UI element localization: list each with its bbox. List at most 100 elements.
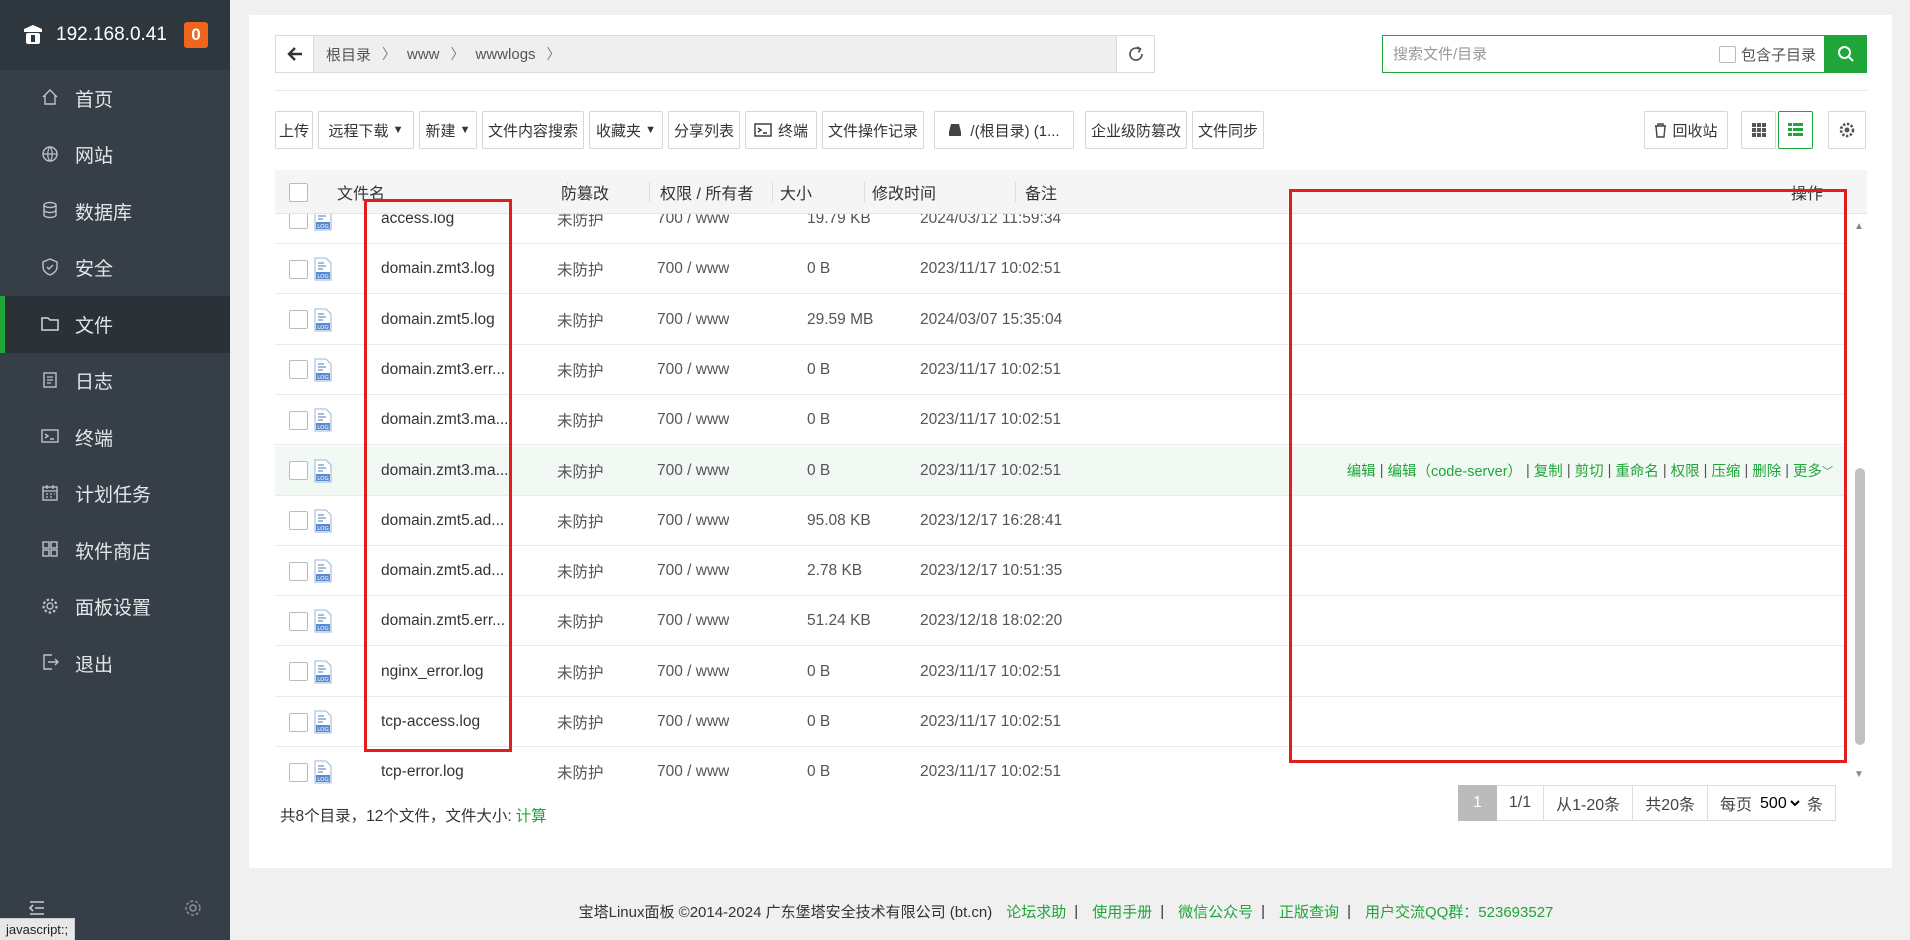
sidebar-item-3[interactable]: 安全 xyxy=(0,240,230,297)
row-select[interactable] xyxy=(289,647,313,697)
table-settings-button[interactable] xyxy=(1828,111,1866,149)
row-checkbox[interactable] xyxy=(289,712,308,732)
row-action-0[interactable]: 编辑 xyxy=(1347,460,1376,481)
search-button[interactable] xyxy=(1825,35,1867,73)
permission[interactable]: 700 / www xyxy=(657,496,729,546)
scrollbar[interactable]: ▲ ▼ xyxy=(1851,214,1867,789)
row-checkbox[interactable] xyxy=(289,662,308,682)
sidebar-item-10[interactable]: 退出 xyxy=(0,635,230,692)
collapse-icon[interactable] xyxy=(28,900,46,920)
col-mtime[interactable]: 修改时间 xyxy=(872,170,936,214)
row-select[interactable] xyxy=(289,214,313,244)
per-page-select[interactable]: 500 xyxy=(1756,793,1804,813)
row-checkbox[interactable] xyxy=(289,511,308,531)
file-name[interactable]: domain.zmt3.ma... xyxy=(381,395,509,445)
row-checkbox[interactable] xyxy=(289,310,308,330)
tamper-status[interactable]: 未防护 xyxy=(557,697,604,747)
col-perm[interactable]: 权限 / 所有者 xyxy=(660,170,753,214)
row-checkbox[interactable] xyxy=(289,214,308,229)
upload-button[interactable]: 上传 xyxy=(275,111,313,149)
table-row[interactable]: LOG domain.zmt3.err... 未防护 700 / www 0 B 2023… xyxy=(275,345,1847,395)
row-checkbox[interactable] xyxy=(289,259,308,279)
include-subdir-checkbox[interactable] xyxy=(1718,45,1736,63)
permission[interactable]: 700 / www xyxy=(657,697,729,747)
terminal-button[interactable]: 终端 xyxy=(745,111,817,149)
tamper-status[interactable]: 未防护 xyxy=(557,446,604,496)
table-row[interactable]: LOG domain.zmt3.ma... 未防护 700 / www 0 B 2023/… xyxy=(275,445,1847,496)
content-search-button[interactable]: 文件内容搜索 xyxy=(482,111,584,149)
row-checkbox[interactable] xyxy=(289,561,308,581)
sidebar-item-0[interactable]: 首页 xyxy=(0,70,230,127)
row-select[interactable] xyxy=(289,395,313,445)
include-subdir-toggle[interactable]: 包含子目录 xyxy=(1718,44,1816,65)
file-name[interactable]: domain.zmt3.log xyxy=(381,244,495,294)
table-row[interactable]: LOG domain.zmt3.ma... 未防护 700 / www 0 B 2023/… xyxy=(275,395,1847,446)
server-ip[interactable]: 192.168.0.41 xyxy=(56,24,184,46)
sidebar-item-5[interactable]: 日志 xyxy=(0,353,230,410)
row-select[interactable] xyxy=(289,345,313,395)
file-name[interactable]: domain.zmt5.err... xyxy=(381,596,505,646)
refresh-button[interactable] xyxy=(1116,36,1154,72)
wechat-link[interactable]: 微信公众号 xyxy=(1178,901,1253,922)
file-sync-button[interactable]: 文件同步 xyxy=(1192,111,1264,149)
permission[interactable]: 700 / www xyxy=(657,596,729,646)
sidebar-item-1[interactable]: 网站 xyxy=(0,127,230,184)
row-action-4[interactable]: 重命名 xyxy=(1615,460,1659,481)
scroll-up-icon[interactable]: ▲ xyxy=(1853,220,1865,232)
remote-download-button[interactable]: 远程下载 ▼ xyxy=(318,111,414,149)
row-action-3[interactable]: 剪切 xyxy=(1575,460,1604,481)
new-button[interactable]: 新建 ▼ xyxy=(419,111,477,149)
sidebar-item-8[interactable]: 软件商店 xyxy=(0,522,230,579)
tamper-status[interactable]: 未防护 xyxy=(557,214,604,244)
row-checkbox[interactable] xyxy=(289,410,308,430)
breadcrumb-item[interactable]: 根目录〉 xyxy=(326,44,407,65)
tamper-status[interactable]: 未防护 xyxy=(557,647,604,697)
tamper-status[interactable]: 未防护 xyxy=(557,345,604,395)
breadcrumb-item[interactable]: www 〉 xyxy=(407,44,476,64)
tamper-status[interactable]: 未防护 xyxy=(557,395,604,445)
genuine-link[interactable]: 正版查询 xyxy=(1279,901,1339,922)
row-select[interactable] xyxy=(289,747,313,789)
col-name[interactable]: 文件名 xyxy=(337,170,385,214)
select-all[interactable] xyxy=(289,170,313,214)
row-select[interactable] xyxy=(289,446,313,496)
row-select[interactable] xyxy=(289,697,313,747)
breadcrumb-item[interactable]: wwwlogs 〉 xyxy=(476,44,572,64)
sidebar-item-9[interactable]: 面板设置 xyxy=(0,579,230,636)
share-list-button[interactable]: 分享列表 xyxy=(668,111,740,149)
forum-link[interactable]: 论坛求助 xyxy=(1006,901,1066,922)
row-action-6[interactable]: 压缩 xyxy=(1711,460,1740,481)
tamper-status[interactable]: 未防护 xyxy=(557,596,604,646)
permission[interactable]: 700 / www xyxy=(657,395,729,445)
sidebar-item-2[interactable]: 数据库 xyxy=(0,183,230,240)
file-name[interactable]: domain.zmt5.ad... xyxy=(381,546,504,596)
row-select[interactable] xyxy=(289,596,313,646)
back-button[interactable] xyxy=(276,36,314,72)
table-row[interactable]: LOG tcp-error.log 未防护 700 / www 0 B 2023/11/1… xyxy=(275,747,1847,789)
list-view-button[interactable] xyxy=(1778,111,1813,149)
file-name[interactable]: access.log xyxy=(381,214,454,244)
file-name[interactable]: tcp-access.log xyxy=(381,697,480,747)
file-name[interactable]: domain.zmt5.ad... xyxy=(381,496,504,546)
table-row[interactable]: LOG domain.zmt5.ad... 未防护 700 / www 2.78 KB 2… xyxy=(275,546,1847,597)
permission[interactable]: 700 / www xyxy=(657,345,729,395)
file-name[interactable]: tcp-error.log xyxy=(381,747,464,789)
calculate-size-link[interactable]: 计算 xyxy=(516,804,547,826)
tamper-status[interactable]: 未防护 xyxy=(557,244,604,294)
row-select[interactable] xyxy=(289,496,313,546)
permission[interactable]: 700 / www xyxy=(657,647,729,697)
op-log-button[interactable]: 文件操作记录 xyxy=(822,111,924,149)
tamper-status[interactable]: 未防护 xyxy=(557,546,604,596)
row-action-1[interactable]: 编辑（code-server） xyxy=(1387,460,1522,481)
file-name[interactable]: domain.zmt5.log xyxy=(381,295,495,345)
chevron-down-icon[interactable]: ﹀ xyxy=(1822,463,1833,479)
table-row[interactable]: LOG access.log 未防护 700 / www 19.79 KB 2024/03… xyxy=(275,214,1847,244)
search-input[interactable] xyxy=(1393,45,1719,63)
scroll-down-icon[interactable]: ▼ xyxy=(1853,768,1865,780)
scroll-thumb[interactable] xyxy=(1855,468,1865,745)
select-all-checkbox[interactable] xyxy=(289,182,308,202)
row-select[interactable] xyxy=(289,546,313,596)
permission[interactable]: 700 / www xyxy=(657,244,729,294)
qq-group-link[interactable]: 用户交流QQ群：523693527 xyxy=(1365,901,1553,922)
permission[interactable]: 700 / www xyxy=(657,446,729,496)
